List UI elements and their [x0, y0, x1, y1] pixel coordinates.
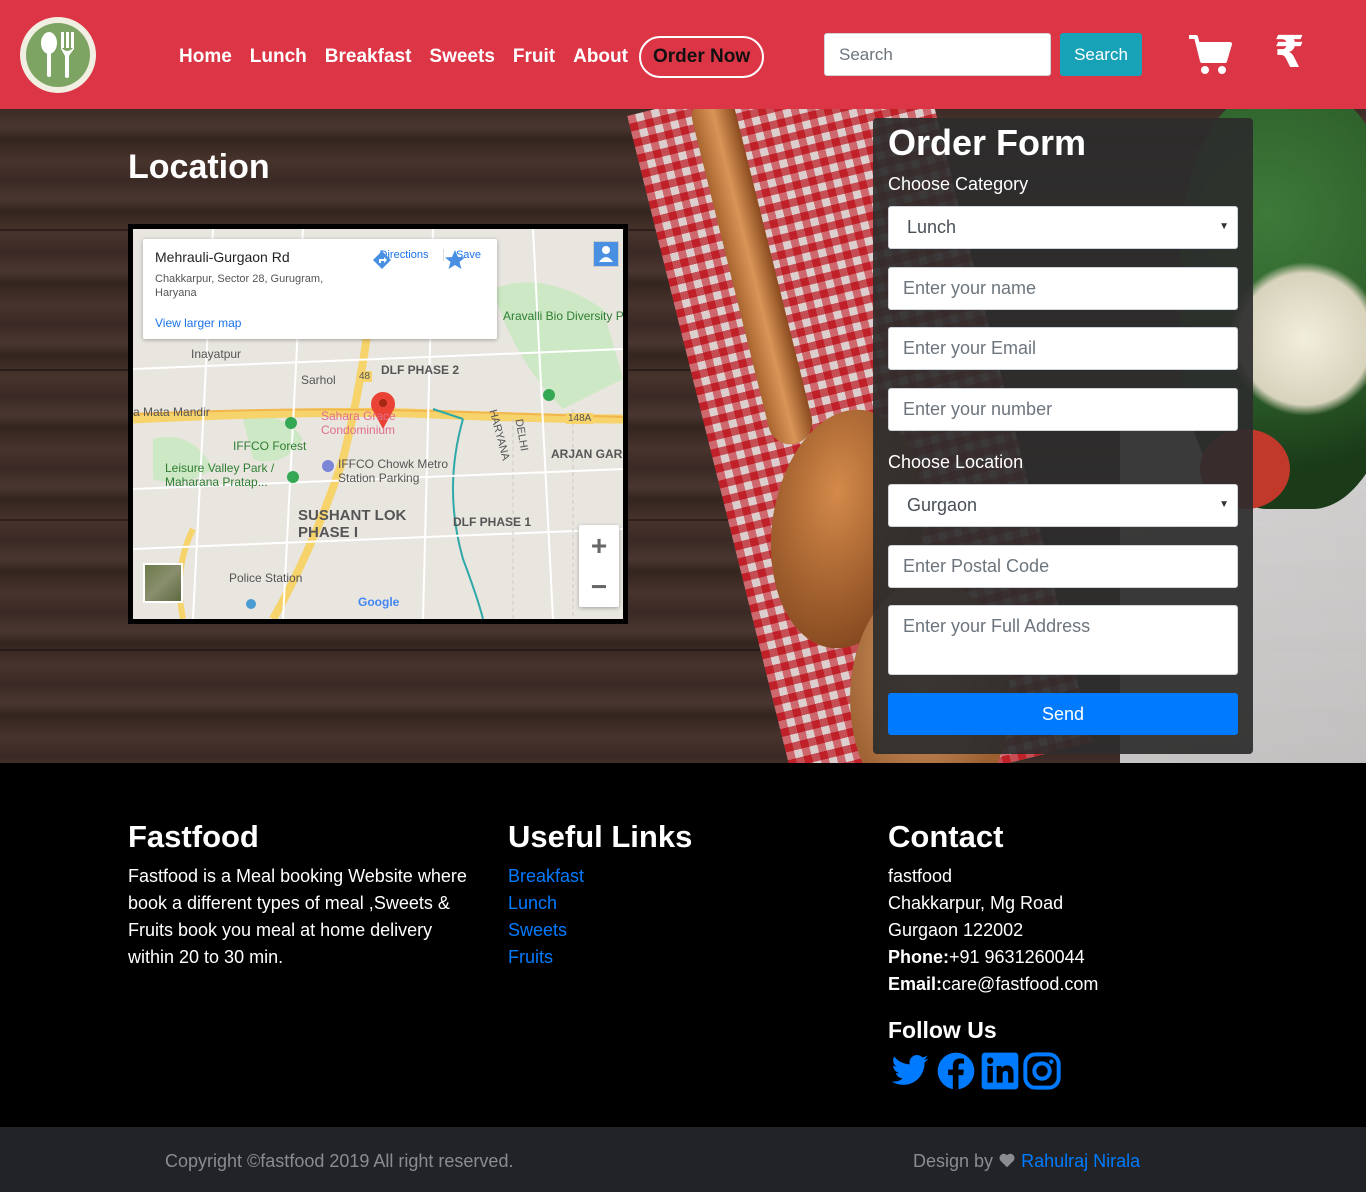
map-label: IFFCO Chowk Metro Station Parking: [338, 457, 449, 485]
follow-us-title: Follow Us: [888, 1017, 997, 1043]
footer-about-text: Fastfood is a Meal booking Website where…: [128, 866, 467, 967]
phone-value: +91 9631260044: [949, 947, 1085, 967]
map-label: SUSHANT LOK PHASE I: [298, 507, 407, 541]
footer-links-list: Breakfast Lunch Sweets Fruits: [508, 863, 584, 971]
contact-street: Chakkarpur, Mg Road: [888, 893, 1064, 913]
footer-link-fruits[interactable]: Fruits: [508, 944, 584, 971]
number-field[interactable]: Enter your number: [888, 388, 1238, 431]
footer-about-title: Fastfood: [128, 819, 259, 854]
phone-label: Phone:: [888, 947, 949, 967]
pegman-icon[interactable]: [593, 241, 619, 267]
nav-sweets[interactable]: Sweets: [429, 46, 494, 68]
send-button[interactable]: Send: [888, 693, 1238, 735]
nav-links: Home Lunch Breakfast Sweets Fruit About …: [170, 36, 765, 78]
navbar: Home Lunch Breakfast Sweets Fruit About …: [0, 0, 1366, 109]
instagram-icon[interactable]: [1022, 1051, 1062, 1091]
email-field[interactable]: Enter your Email: [888, 327, 1238, 370]
contact-name: fastfood: [888, 866, 953, 886]
email-label: Email:: [888, 974, 943, 994]
caret-down-icon: ▼: [1219, 221, 1229, 232]
footer-link-lunch[interactable]: Lunch: [508, 890, 584, 917]
nav-fruit[interactable]: Fruit: [513, 46, 555, 68]
postal-code-field[interactable]: Enter Postal Code: [888, 545, 1238, 588]
footer-link-sweets[interactable]: Sweets: [508, 917, 584, 944]
map-label: ARJAN GAR: [551, 447, 623, 461]
cart-icon[interactable]: [1187, 34, 1233, 76]
google-logo: Google: [358, 595, 400, 609]
location-title: Location: [128, 148, 270, 186]
nav-home[interactable]: Home: [179, 46, 232, 68]
nav-about[interactable]: About: [573, 46, 628, 68]
rupee-icon[interactable]: ₹: [1274, 30, 1305, 76]
zoom-in-button[interactable]: +: [579, 525, 619, 566]
heart-icon: [998, 1151, 1021, 1171]
category-label: Choose Category: [888, 174, 1029, 194]
logo[interactable]: [20, 17, 96, 93]
footer-link-breakfast[interactable]: Breakfast: [508, 863, 584, 890]
satellite-toggle[interactable]: [143, 563, 183, 603]
category-selected-value: Lunch: [907, 217, 957, 237]
address-textarea[interactable]: Enter your Full Address: [888, 605, 1238, 675]
zoom-control: + −: [579, 525, 619, 607]
contact-phone: Phone:+91 9631260044: [888, 944, 1098, 971]
map-label: Aravalli Bio Diversity Park: [503, 309, 628, 323]
order-now-button[interactable]: Order Now: [638, 36, 765, 78]
location-select[interactable]: Gurgaon ▼: [888, 484, 1238, 527]
order-form: Order Form Choose Category Lunch ▼ Enter…: [873, 118, 1253, 754]
map-label: Police Station: [229, 571, 303, 585]
directions-button[interactable]: Directions: [371, 249, 437, 269]
order-form-title: Order Form: [888, 122, 1087, 163]
view-larger-map-link[interactable]: View larger map: [155, 316, 241, 330]
email-value: care@fastfood.com: [942, 974, 1099, 994]
map-label: DLF PHASE 2: [381, 363, 460, 377]
footer-contact-info: fastfood Chakkarpur, Mg Road Gurgaon 122…: [888, 863, 1098, 998]
footer-contact-title: Contact: [888, 819, 1004, 854]
save-button[interactable]: Save: [443, 249, 493, 269]
footer-links-title: Useful Links: [508, 819, 693, 854]
star-icon: [445, 250, 465, 269]
design-by-label: Design by: [913, 1151, 994, 1171]
directions-icon: [373, 251, 391, 269]
design-credit: Design by Rahulraj Nirala: [913, 1151, 1140, 1172]
map-label: 148A: [566, 413, 594, 424]
map-label: Leisure Valley Park / Maharana Pratap...: [165, 461, 275, 489]
linkedin-icon[interactable]: [980, 1051, 1020, 1091]
map-label: DLF PHASE 1: [453, 515, 532, 529]
search-button[interactable]: Search: [1060, 33, 1142, 76]
nav-breakfast[interactable]: Breakfast: [325, 46, 412, 68]
contact-email: Email:care@fastfood.com: [888, 971, 1098, 998]
twitter-icon[interactable]: [890, 1051, 930, 1091]
map-label: 48: [357, 371, 373, 382]
map-label: Sahara Grace Condominium: [321, 409, 396, 437]
caret-down-icon: ▼: [1219, 499, 1229, 510]
location-selected-value: Gurgaon: [907, 495, 978, 515]
facebook-icon[interactable]: [936, 1051, 976, 1091]
copyright-bar: Copyright ©fastfood 2019 All right reser…: [0, 1127, 1366, 1192]
map-label: Sarhol: [301, 373, 336, 387]
map-place-address: Chakkarpur, Sector 28, Gurugram, Haryana: [155, 273, 324, 299]
nav-lunch[interactable]: Lunch: [250, 46, 307, 68]
search-input[interactable]: [824, 33, 1051, 76]
location-label: Choose Location: [888, 452, 1024, 472]
map-info-card: Mehrauli-Gurgaon Rd Chakkarpur, Sector 2…: [143, 239, 497, 339]
name-field[interactable]: Enter your name: [888, 267, 1238, 310]
map-label: Inayatpur: [191, 347, 242, 361]
copyright-text: Copyright ©fastfood 2019 All right reser…: [165, 1151, 514, 1171]
map-place-title: Mehrauli-Gurgaon Rd: [155, 249, 290, 265]
map-label: a Mata Mandir: [133, 405, 210, 419]
zoom-out-button[interactable]: −: [579, 566, 619, 607]
category-select[interactable]: Lunch ▼: [888, 206, 1238, 249]
map-label: IFFCO Forest: [233, 439, 307, 453]
author-link[interactable]: Rahulraj Nirala: [1021, 1151, 1140, 1171]
footer: Fastfood Fastfood is a Meal booking Webs…: [0, 763, 1366, 1127]
spoon-fork-icon: [26, 23, 90, 87]
location-map[interactable]: Aravalli Bio Diversity Park Inayatpur Sa…: [128, 224, 628, 624]
contact-city: Gurgaon 122002: [888, 920, 1024, 940]
